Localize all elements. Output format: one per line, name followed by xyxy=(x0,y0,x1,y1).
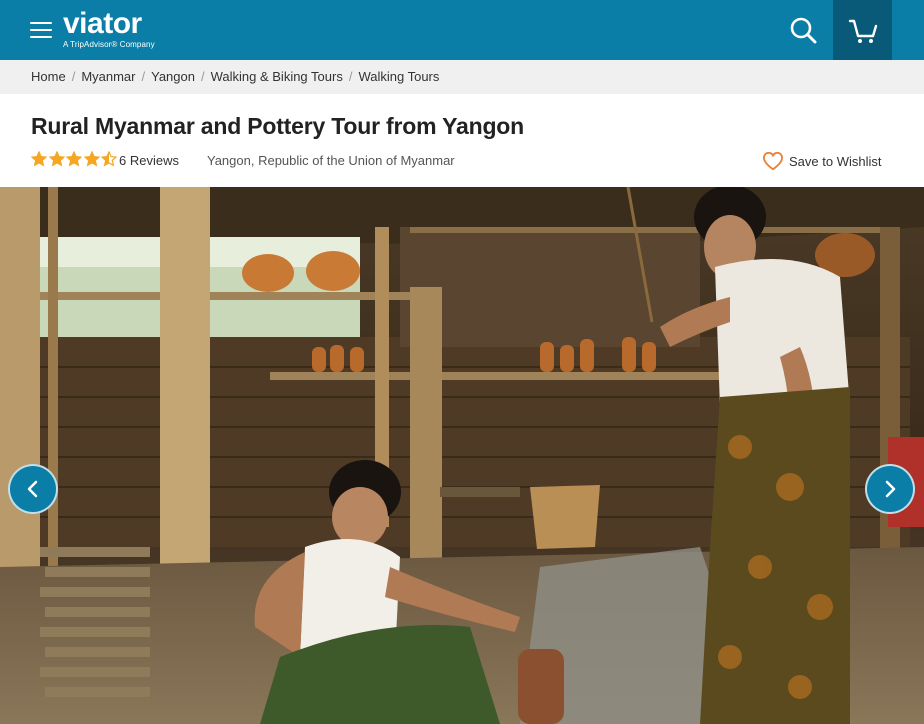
viator-logo[interactable]: viator A TripAdvisor® Company xyxy=(63,7,155,50)
breadcrumb-home[interactable]: Home xyxy=(31,69,66,84)
star-full-icon xyxy=(31,151,47,167)
star-full-icon xyxy=(66,151,82,167)
logo-subtitle: A TripAdvisor® Company xyxy=(63,40,155,49)
next-photo-button[interactable] xyxy=(865,464,915,514)
previous-photo-button[interactable] xyxy=(8,464,58,514)
search-button[interactable] xyxy=(776,0,832,60)
breadcrumb-separator: / xyxy=(141,69,146,84)
product-photo-gallery xyxy=(0,187,924,724)
breadcrumb-walking-tours[interactable]: Walking Tours xyxy=(358,69,439,84)
star-rating xyxy=(31,151,119,169)
pottery-workshop-photo xyxy=(0,187,924,724)
breadcrumb-yangon[interactable]: Yangon xyxy=(151,69,195,84)
hamburger-menu-icon[interactable] xyxy=(30,22,52,38)
top-navigation-bar: viator A TripAdvisor® Company xyxy=(0,0,924,60)
breadcrumb-separator: / xyxy=(200,69,205,84)
star-full-icon xyxy=(83,151,100,167)
breadcrumb: Home / Myanmar / Yangon / Walking & Biking Tou… xyxy=(0,60,924,94)
breadcrumb-walking-biking-tours[interactable]: Walking & Biking Tours xyxy=(211,69,343,84)
chevron-right-icon xyxy=(885,480,896,498)
search-icon xyxy=(790,17,817,44)
star-full-icon xyxy=(48,151,65,167)
heart-outline-icon xyxy=(762,151,784,171)
breadcrumb-myanmar[interactable]: Myanmar xyxy=(81,69,135,84)
chevron-left-icon xyxy=(27,480,38,498)
logo-text: viator xyxy=(63,7,142,40)
shopping-cart-icon xyxy=(848,19,878,43)
reviews-link[interactable]: 6 Reviews xyxy=(119,153,179,168)
breadcrumb-separator: / xyxy=(348,69,353,84)
save-to-wishlist-button[interactable]: Save to Wishlist xyxy=(762,150,881,172)
wishlist-label: Save to Wishlist xyxy=(789,153,882,169)
product-location: Yangon, Republic of the Union of Myanmar xyxy=(207,153,455,168)
breadcrumb-separator: / xyxy=(71,69,76,84)
product-title: Rural Myanmar and Pottery Tour from Yang… xyxy=(31,113,524,139)
star-half-icon xyxy=(101,151,117,167)
cart-button[interactable] xyxy=(833,0,892,60)
